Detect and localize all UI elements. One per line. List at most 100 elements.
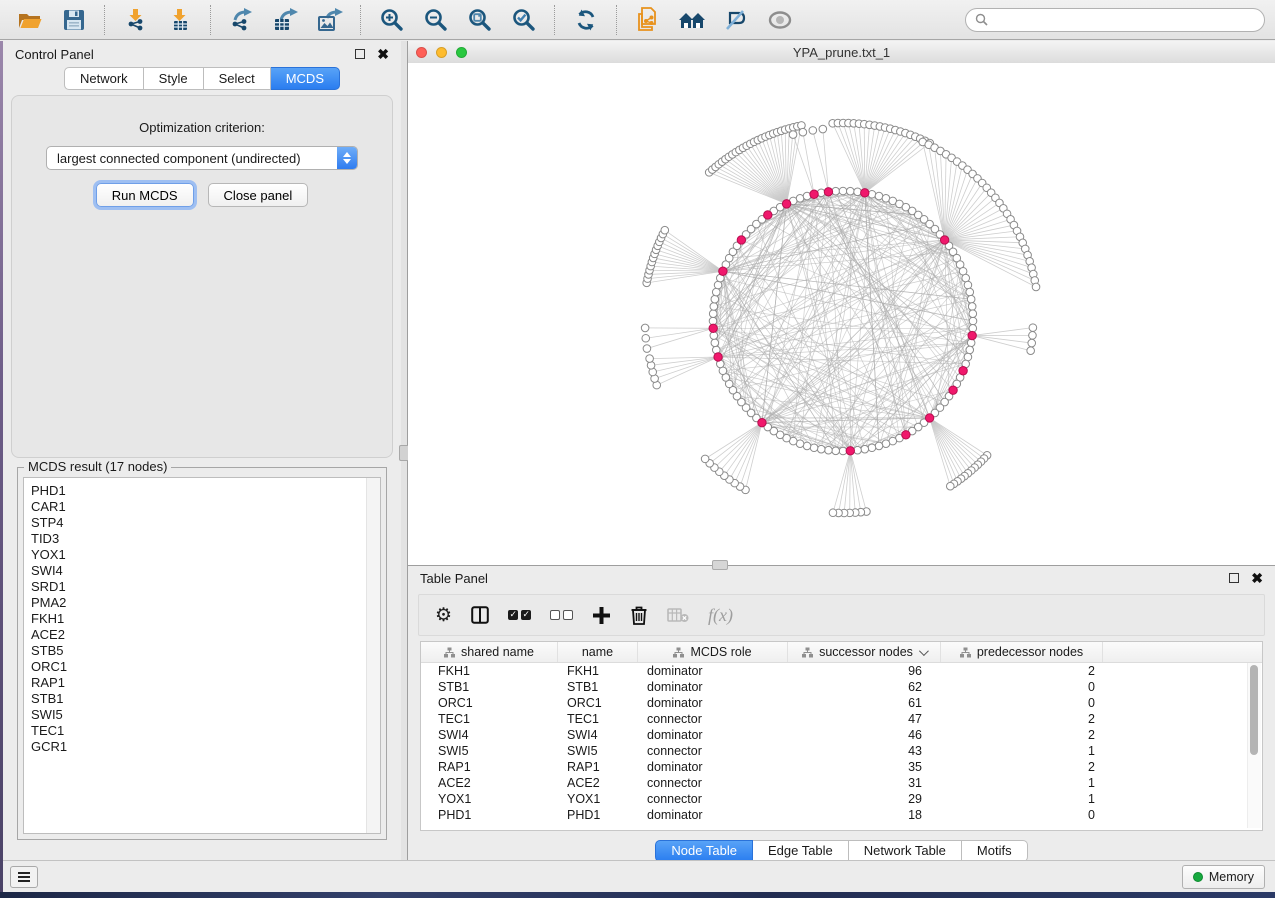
table-row[interactable]: STB1STB1dominator620 [421,679,1262,695]
table-row[interactable]: RAP1RAP1dominator352 [421,759,1262,775]
tab-mcds[interactable]: MCDS [271,67,340,90]
list-item[interactable]: TID3 [31,531,380,547]
tab-network-table[interactable]: Network Table [849,840,962,862]
list-item[interactable]: CAR1 [31,499,380,515]
export-network-button[interactable] [222,4,262,36]
memory-button[interactable]: Memory [1182,865,1265,889]
list-item[interactable]: SWI4 [31,563,380,579]
table-row[interactable]: SWI4SWI4dominator462 [421,727,1262,743]
homes-icon [678,9,706,31]
column-header-mcds-role[interactable]: MCDS role [638,642,788,662]
table-cell: STB1 [558,680,638,694]
zoom-out-button[interactable] [416,4,456,36]
list-item[interactable]: SRD1 [31,579,380,595]
horizontal-splitter-grip[interactable] [712,560,728,570]
vertical-splitter[interactable] [401,41,408,860]
table-cell: 47 [788,712,941,726]
list-item[interactable]: STB5 [31,643,380,659]
control-panel: Control Panel ✖ Network Style Select MCD… [3,41,401,860]
list-item[interactable]: SWI5 [31,707,380,723]
add-column-icon[interactable] [592,606,611,625]
search-input[interactable] [994,11,1255,28]
show-graphics-button[interactable] [760,4,800,36]
import-table-button[interactable] [160,4,200,36]
mcds-list-scrollbar[interactable] [366,478,380,833]
table-cell: 43 [788,744,941,758]
table-row[interactable]: SWI5SWI5connector431 [421,743,1262,759]
save-icon [63,9,85,31]
session-home-button[interactable] [672,4,712,36]
export-image-button[interactable] [310,4,350,36]
scrollbar-thumb[interactable] [1250,665,1258,755]
table-row[interactable]: TEC1TEC1connector472 [421,711,1262,727]
close-panel-icon[interactable]: ✖ [1251,574,1263,582]
close-panel-icon[interactable]: ✖ [377,50,389,58]
tab-motifs[interactable]: Motifs [962,840,1028,862]
table-row[interactable]: PHD1PHD1dominator180 [421,807,1262,823]
list-item[interactable]: STP4 [31,515,380,531]
table-cell: 96 [788,664,941,678]
task-history-button[interactable] [10,866,38,888]
tab-select[interactable]: Select [204,67,271,90]
table-cell: PHD1 [558,808,638,822]
column-header-shared-name[interactable]: shared name [421,642,558,662]
tab-network[interactable]: Network [64,67,144,90]
show-columns-icon[interactable] [471,606,489,624]
list-item[interactable]: FKH1 [31,611,380,627]
zoom-fit-button[interactable] [460,4,500,36]
open-session-button[interactable] [10,4,50,36]
table-row[interactable]: ORC1ORC1dominator610 [421,695,1262,711]
list-item[interactable]: ORC1 [31,659,380,675]
optimization-criterion-select[interactable]: largest connected component (undirected) [46,146,358,170]
table-cell: 2 [941,664,1103,678]
refresh-button[interactable] [566,4,606,36]
tab-node-table[interactable]: Node Table [655,840,753,862]
network-window-title: YPA_prune.txt_1 [408,45,1275,60]
table-cell: connector [638,792,788,806]
refresh-icon [574,8,598,32]
float-window-icon[interactable] [355,49,365,59]
list-item[interactable]: ACE2 [31,627,380,643]
column-header-successor-nodes[interactable]: successor nodes [788,642,941,662]
zoom-in-button[interactable] [372,4,412,36]
close-panel-button[interactable]: Close panel [208,183,309,207]
table-cell: TEC1 [558,712,638,726]
table-row[interactable]: ACE2ACE2connector311 [421,775,1262,791]
table-cell: FKH1 [558,664,638,678]
table-panel-title: Table Panel [420,571,1229,586]
run-mcds-button[interactable]: Run MCDS [96,183,194,207]
tab-edge-table[interactable]: Edge Table [753,840,849,862]
zoom-selected-button[interactable] [504,4,544,36]
list-item[interactable]: STB1 [31,691,380,707]
list-item[interactable]: TEC1 [31,723,380,739]
search-field[interactable] [965,8,1265,32]
table-settings-gear-icon[interactable]: ⚙ [435,606,452,625]
table-row[interactable]: FKH1FKH1dominator962 [421,663,1262,679]
list-item[interactable]: GCR1 [31,739,380,755]
table-cell: ACE2 [558,776,638,790]
delete-column-icon[interactable] [630,605,648,625]
list-item[interactable]: YOX1 [31,547,380,563]
select-all-icon[interactable] [508,610,531,620]
zoom-out-icon [424,8,448,32]
toolbar-separator [210,5,212,35]
table-cell: dominator [638,808,788,822]
hide-graphics-button[interactable] [716,4,756,36]
column-header-predecessor-nodes[interactable]: predecessor nodes [941,642,1103,662]
save-session-button[interactable] [54,4,94,36]
column-header-name[interactable]: name [558,642,638,662]
import-network-button[interactable] [116,4,156,36]
network-window-titlebar[interactable]: YPA_prune.txt_1 [408,41,1275,64]
float-window-icon[interactable] [1229,573,1239,583]
table-tabs: Node Table Edge Table Network Table Moti… [408,840,1275,862]
list-item[interactable]: PMA2 [31,595,380,611]
deselect-all-icon[interactable] [550,610,573,620]
tab-style[interactable]: Style [144,67,204,90]
network-canvas[interactable] [408,63,1275,565]
list-item[interactable]: PHD1 [31,483,380,499]
list-item[interactable]: RAP1 [31,675,380,691]
table-row[interactable]: YOX1YOX1connector291 [421,791,1262,807]
export-table-button[interactable] [266,4,306,36]
clone-network-button[interactable] [628,4,668,36]
table-scrollbar[interactable] [1247,663,1261,828]
